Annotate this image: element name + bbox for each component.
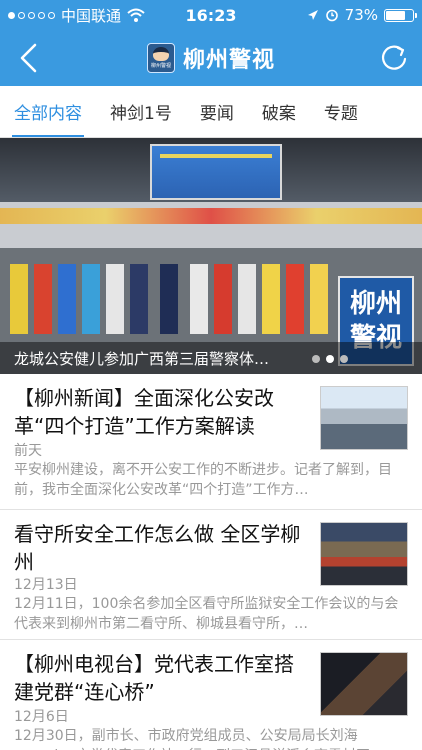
tab-shenjian[interactable]: 神剑1号 <box>96 86 186 137</box>
battery-percent: 73% <box>344 6 378 24</box>
news-thumbnail <box>320 386 408 450</box>
news-headline: 【柳州电视台】党代表工作室搭建党群“连心桥” <box>14 652 294 704</box>
status-bar: 中国联通 16:23 73% <box>0 0 422 30</box>
pager-dot[interactable] <box>340 355 348 363</box>
carrier-label: 中国联通 <box>61 6 122 25</box>
battery-icon <box>384 8 417 22</box>
tab-special-topics[interactable]: 专题 <box>310 86 372 137</box>
pager-dot[interactable] <box>326 355 334 363</box>
news-thumbnail <box>320 522 408 586</box>
news-thumbnail <box>320 652 408 716</box>
refresh-button[interactable] <box>378 42 410 74</box>
tab-case-cracking[interactable]: 破案 <box>248 86 310 137</box>
carousel-pager <box>312 355 348 363</box>
alarm-icon <box>325 9 338 22</box>
news-summary: 12月30日，副市长、市政府党组成员、公安局局长刘海querying市党代表工作… <box>14 728 370 750</box>
tab-all-content[interactable]: 全部内容 <box>0 86 96 137</box>
news-summary: 平安柳州建设，离不开公安工作的不断进步。记者了解到，目前，我市全面深化公安改革“… <box>14 462 392 498</box>
news-headline: 【柳州新闻】全面深化公安改革“四个打造”工作方案解读 <box>14 386 274 438</box>
news-item[interactable]: 【柳州电视台】党代表工作室搭建党群“连心桥” 12月6日 12月30日，副市长、… <box>0 640 422 750</box>
banner-caption: 龙城公安健儿参加广西第三届警察体… <box>0 342 422 374</box>
news-item[interactable]: 【柳州新闻】全面深化公安改革“四个打造”工作方案解读 前天 平安柳州建设，离不开… <box>0 374 422 510</box>
banner-carousel[interactable]: 柳州 警视 龙城公安健儿参加广西第三届警察体… <box>0 138 422 374</box>
location-icon <box>307 10 318 20</box>
news-headline: 看守所安全工作怎么做 全区学柳州 <box>14 522 301 574</box>
clock: 16:23 <box>185 5 237 25</box>
stadium-screen-image <box>150 144 282 200</box>
news-date: 12月13日 <box>14 577 78 593</box>
app-logo: 柳州警视 <box>146 43 175 73</box>
tab-headlines[interactable]: 要闻 <box>186 86 248 137</box>
news-date: 前天 <box>14 443 42 459</box>
signal-strength-icon <box>8 11 55 19</box>
category-tabs: 全部内容 神剑1号 要闻 破案 专题 <box>0 86 422 138</box>
news-summary: 12月11日，100余名参加全区看守所监狱安全工作会议的与会代表来到柳州市第二看… <box>14 596 399 632</box>
wifi-icon <box>127 8 145 22</box>
news-item[interactable]: 看守所安全工作怎么做 全区学柳州 12月13日 12月11日，100余名参加全区… <box>0 510 422 640</box>
news-date: 12月6日 <box>14 709 69 725</box>
page-title: 柳州警视 <box>182 48 275 73</box>
pager-dot[interactable] <box>312 355 320 363</box>
refresh-icon <box>382 45 407 70</box>
nav-bar: 柳州警视 柳州警视 <box>0 30 422 86</box>
